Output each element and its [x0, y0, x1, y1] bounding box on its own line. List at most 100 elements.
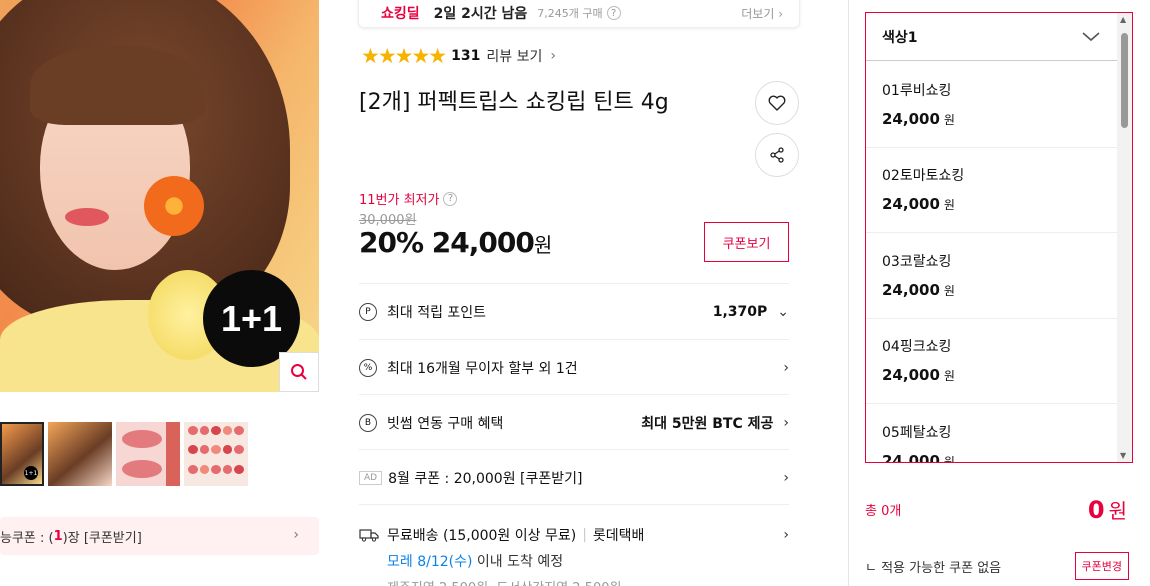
- deal-more-link[interactable]: 더보기 ›: [741, 5, 783, 22]
- order-total: 총 0개 0원: [865, 495, 1133, 524]
- thumbnail-1[interactable]: 1+1: [0, 422, 44, 486]
- option-currency: 원: [943, 369, 955, 383]
- option-price: 24,000: [882, 281, 940, 299]
- option-item[interactable]: 05페탈쇼킹 24,000 원: [866, 404, 1118, 463]
- benefit-row-installment[interactable]: % 최대 16개월 무이자 할부 외 1건 ›: [359, 339, 789, 395]
- option-name: 05페탈쇼킹: [882, 425, 952, 441]
- thumbnail-strip: 1+1: [0, 422, 248, 486]
- main-product-image[interactable]: 1+1: [0, 0, 319, 392]
- option-currency: 원: [943, 198, 955, 212]
- total-count-label: 총 0개: [865, 504, 902, 519]
- benefit-row-bithumb[interactable]: B 빗썸 연동 구매 혜택 최대 5만원 BTC 제공 ›: [359, 394, 789, 450]
- scroll-down-arrow-icon[interactable]: ▼: [1120, 451, 1126, 460]
- share-button[interactable]: [755, 133, 799, 177]
- shipping-carrier: 롯데택배: [592, 528, 645, 544]
- deal-label: 쇼킹딜: [381, 6, 420, 22]
- thumbnail-4[interactable]: [184, 422, 248, 486]
- lowest-price-label: 11번가 최저가 ?: [359, 189, 458, 208]
- review-count: 131: [451, 48, 481, 64]
- lowest-price-text: 11번가 최저가: [359, 193, 440, 208]
- ad-coupon-row[interactable]: AD 8월 쿠폰 : 20,000원 [쿠폰받기] ›: [359, 449, 789, 505]
- deal-time-left: 2일 2시간 남음: [433, 6, 528, 22]
- percent-icon: %: [359, 358, 377, 377]
- chevron-right-icon: ›: [783, 527, 789, 543]
- option-name: 04핑크쇼킹: [882, 339, 952, 355]
- view-coupon-button[interactable]: 쿠폰보기: [704, 222, 789, 262]
- shipping-extra: 제주지역 2,500원, 도서산간지역 2,500원: [387, 577, 789, 586]
- chevron-down-icon: [1082, 32, 1100, 42]
- total-currency: 원: [1108, 499, 1127, 523]
- gallery-coupon-bar[interactable]: 능쿠폰 : (1)장 [쿠폰받기] ›: [0, 517, 319, 555]
- chevron-down-icon: ⌄: [777, 303, 789, 320]
- bitcoin-icon: B: [359, 413, 377, 432]
- price-currency: 원: [533, 233, 552, 257]
- option-price: 24,000: [882, 195, 940, 213]
- discount-rate: 20%: [359, 226, 424, 259]
- shipping-info[interactable]: 무료배송 (15,000원 이상 무료) | 롯데택배 모레 8/12(수) 이…: [359, 504, 789, 586]
- panel-divider: [848, 0, 849, 586]
- rating-summary[interactable]: ★★★★★ 131 리뷰 보기 ›: [361, 44, 556, 68]
- chevron-right-icon: ›: [550, 48, 556, 64]
- option-currency: 원: [943, 284, 955, 298]
- thumbnail-3[interactable]: [116, 422, 180, 486]
- deal-timer-bar: 쇼킹딜 2일 2시간 남음 7,245개 구매 ? 더보기 ›: [358, 0, 800, 28]
- scroll-up-arrow-icon[interactable]: ▲: [1120, 15, 1126, 24]
- review-link[interactable]: 리뷰 보기: [486, 46, 542, 66]
- benefit-label: 빗썸 연동 구매 혜택: [387, 415, 504, 432]
- sale-price: 20% 24,000원: [359, 226, 552, 259]
- option-item[interactable]: 02토마토쇼킹 24,000 원: [866, 147, 1118, 233]
- scrollbar-thumb[interactable]: [1121, 33, 1128, 128]
- arrival-text: 이내 도착 예정: [472, 554, 564, 570]
- benefit-label: 최대 16개월 무이자 할부 외 1건: [387, 360, 578, 377]
- question-icon[interactable]: ?: [443, 191, 458, 206]
- option-scrollbar[interactable]: ▲ ▼: [1117, 13, 1132, 462]
- chevron-right-icon: ›: [783, 414, 789, 431]
- question-icon[interactable]: ?: [606, 6, 621, 21]
- option-price: 24,000: [882, 366, 940, 384]
- option-currency: 원: [943, 455, 955, 463]
- point-icon: P: [359, 302, 377, 321]
- image-flower: [144, 176, 204, 236]
- image-lips: [65, 208, 109, 226]
- ad-coupon-label: 8월 쿠폰 : 20,000원 [쿠폰받기]: [388, 470, 583, 487]
- option-price: 24,000: [882, 452, 940, 463]
- coupon-bar-suffix: )장 [쿠폰받기]: [62, 530, 142, 546]
- deal-buyer-count: 7,245개 구매: [537, 7, 603, 20]
- thumbnail-2[interactable]: [48, 422, 112, 486]
- total-amount-value: 0: [1087, 496, 1105, 524]
- share-icon: [770, 147, 784, 163]
- chevron-right-icon: ›: [293, 527, 299, 543]
- option-item[interactable]: 01루비쇼킹 24,000 원: [866, 62, 1118, 148]
- option-name: 01루비쇼킹: [882, 83, 952, 99]
- option-item[interactable]: 03코랄쇼킹 24,000 원: [866, 233, 1118, 319]
- wishlist-button[interactable]: [755, 81, 799, 125]
- option-currency: 원: [943, 113, 955, 127]
- option-header-label: 색상1: [882, 29, 918, 46]
- coupon-bar-prefix: 능쿠폰 : (: [0, 530, 54, 546]
- chevron-right-icon: ›: [783, 469, 789, 486]
- option-select-box[interactable]: 색상1 01루비쇼킹 24,000 원 02토마토쇼킹 24,000 원 03코랄쇼…: [865, 12, 1133, 463]
- option-item[interactable]: 04핑크쇼킹 24,000 원: [866, 318, 1118, 404]
- shipping-fee: 무료배송 (15,000원 이상 무료): [387, 528, 577, 544]
- coupon-status: ㄴ 적용 가능한 쿠폰 없음 쿠폰변경: [865, 552, 1133, 580]
- coupon-change-button[interactable]: 쿠폰변경: [1074, 552, 1129, 580]
- option-name: 02토마토쇼킹: [882, 168, 965, 184]
- benefit-row-points[interactable]: P 최대 적립 포인트 1,370P ⌄: [359, 283, 789, 339]
- zoom-button[interactable]: [279, 352, 319, 392]
- chevron-right-icon: ›: [783, 359, 789, 376]
- truck-icon: [359, 529, 379, 542]
- product-title: [2개] 퍼펙트립스 쇼킹립 틴트 4g: [359, 90, 669, 115]
- image-bangs: [30, 45, 205, 125]
- benefit-label: 최대 적립 포인트: [387, 304, 487, 321]
- magnifier-icon: [291, 364, 307, 380]
- heart-icon: [768, 95, 786, 111]
- price-value: 24,000: [431, 226, 535, 259]
- star-rating: ★★★★★: [361, 44, 447, 68]
- option-header[interactable]: 색상1: [866, 13, 1118, 61]
- coupon-none-text: ㄴ 적용 가능한 쿠폰 없음: [865, 560, 1002, 576]
- coupon-bar-count: 1: [53, 528, 63, 544]
- option-name: 03코랄쇼킹: [882, 254, 952, 270]
- benefit-value: 최대 5만원 BTC 제공: [641, 415, 774, 432]
- arrival-date: 모레 8/12(수): [387, 554, 473, 570]
- option-price: 24,000: [882, 110, 940, 128]
